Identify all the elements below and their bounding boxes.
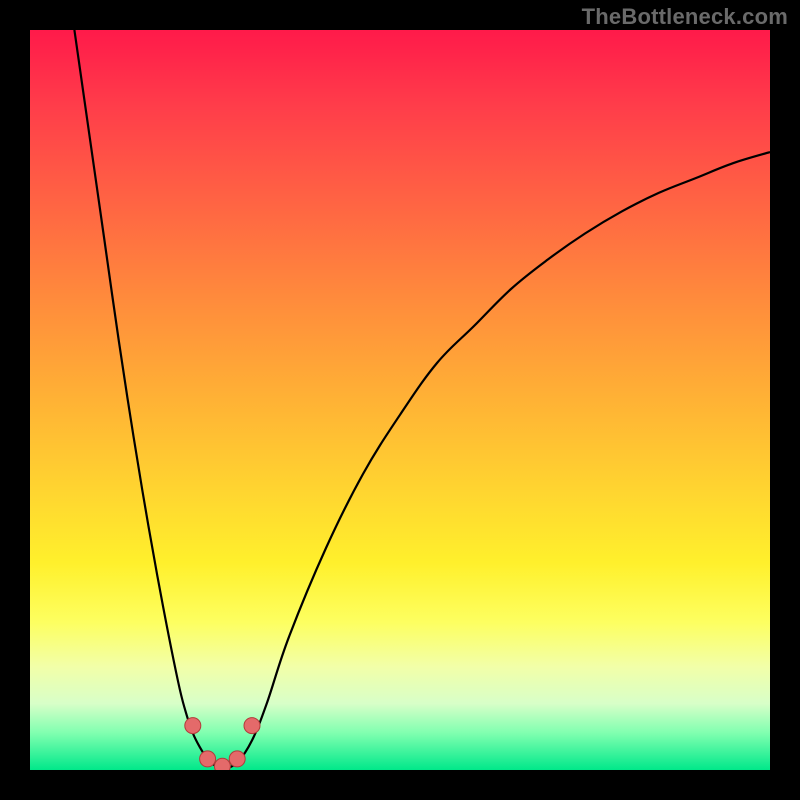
chart-plot-area: [30, 30, 770, 770]
chart-svg: [30, 30, 770, 770]
bottleneck-curve-left: [74, 30, 222, 770]
attribution-label: TheBottleneck.com: [582, 4, 788, 30]
curve-marker: [214, 758, 230, 770]
curve-marker: [185, 718, 201, 734]
curve-marker: [244, 718, 260, 734]
curve-marker: [200, 751, 216, 767]
curve-marker: [229, 751, 245, 767]
curve-markers-group: [185, 718, 260, 770]
bottleneck-curve-right: [222, 152, 770, 770]
